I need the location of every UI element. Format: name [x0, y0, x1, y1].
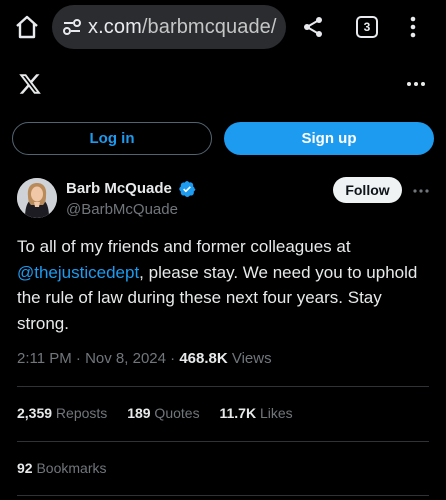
tweet-more-icon[interactable] [411, 184, 431, 196]
reposts-label: Reposts [52, 405, 108, 421]
meta-separator: · [71, 350, 86, 367]
url-host: x.com [88, 16, 142, 38]
tweet-date[interactable]: Nov 8, 2024 [85, 350, 166, 367]
login-button[interactable]: Log in [12, 122, 212, 155]
bookmarks-label: Bookmarks [32, 460, 107, 476]
likes-count: 11.7K [219, 405, 257, 421]
tweet-meta: 2:11 PM · Nov 8, 2024 · 468.8K Views [17, 350, 272, 367]
mention-link[interactable]: @thejusticedept [17, 263, 139, 282]
more-horizontal-icon[interactable] [405, 76, 427, 92]
views-count: 468.8K [179, 350, 228, 367]
bookmarks-stat[interactable]: 92 Bookmarks [17, 460, 107, 476]
likes-stat[interactable]: 11.7K Likes [219, 405, 292, 421]
quotes-stat[interactable]: 189 Quotes [127, 405, 199, 421]
tabs-icon[interactable]: 3 [356, 16, 378, 38]
avatar[interactable] [17, 178, 57, 218]
address-bar[interactable]: x.com/barbmcquade/ [52, 5, 286, 49]
site-settings-icon[interactable] [62, 17, 82, 37]
share-icon[interactable] [302, 16, 324, 38]
quotes-label: Quotes [150, 405, 200, 421]
tweet-time[interactable]: 2:11 PM [17, 350, 72, 367]
bookmarks-count: 92 [17, 460, 33, 476]
stats-row: 2,359 Reposts 189 Quotes 11.7K Likes [17, 405, 309, 421]
author-handle[interactable]: @BarbMcQuade [66, 201, 178, 218]
tweet-text: To all of my friends and former colleagu… [17, 234, 429, 336]
browser-toolbar: x.com/barbmcquade/ 3 [0, 0, 446, 56]
divider [17, 386, 429, 387]
home-icon[interactable] [14, 14, 40, 40]
url-text[interactable]: x.com/barbmcquade/ [88, 16, 280, 39]
divider [17, 495, 429, 496]
tweet-text-before: To all of my friends and former colleagu… [17, 237, 351, 256]
url-path: /barbmcquade/ [141, 16, 277, 38]
divider [17, 441, 429, 442]
views-label: Views [227, 350, 272, 367]
follow-button[interactable]: Follow [333, 177, 402, 203]
author-name[interactable]: Barb McQuade [66, 180, 172, 197]
reposts-stat[interactable]: 2,359 Reposts [17, 405, 107, 421]
likes-label: Likes [256, 405, 293, 421]
x-logo-icon[interactable] [18, 72, 42, 96]
quotes-count: 189 [127, 405, 151, 421]
more-vertical-icon[interactable] [404, 14, 422, 40]
reposts-count: 2,359 [17, 405, 53, 421]
signup-button[interactable]: Sign up [224, 122, 434, 155]
meta-separator: · [165, 350, 180, 367]
verified-badge-icon [178, 180, 196, 198]
